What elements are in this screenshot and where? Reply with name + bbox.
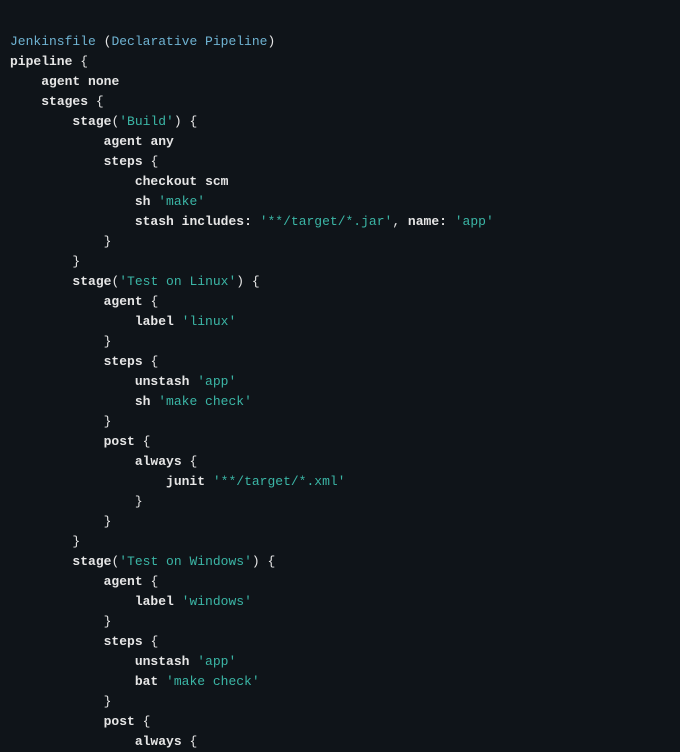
brace: { bbox=[143, 354, 159, 369]
brace: { bbox=[135, 434, 151, 449]
str-target-xml: '**/target/*.xml' bbox=[213, 474, 346, 489]
kw-agent: agent bbox=[104, 294, 143, 309]
sp bbox=[252, 214, 260, 229]
kw-scm: scm bbox=[205, 174, 228, 189]
sp bbox=[80, 74, 88, 89]
kw-stash: stash bbox=[135, 214, 174, 229]
brace: } bbox=[72, 254, 80, 269]
brace: { bbox=[143, 294, 159, 309]
kw-post: post bbox=[104, 434, 135, 449]
str-test-linux: 'Test on Linux' bbox=[119, 274, 236, 289]
kw-junit: junit bbox=[166, 474, 205, 489]
kw-pipeline: pipeline bbox=[10, 54, 72, 69]
kw-steps: steps bbox=[104, 154, 143, 169]
sp bbox=[174, 594, 182, 609]
kw-none: none bbox=[88, 74, 119, 89]
kw-any: any bbox=[150, 134, 173, 149]
kw-stage: stage bbox=[72, 554, 111, 569]
brace: } bbox=[104, 514, 112, 529]
close-paren: ) bbox=[267, 34, 275, 49]
paren: ) bbox=[236, 274, 244, 289]
str-windows: 'windows' bbox=[182, 594, 252, 609]
kw-agent: agent bbox=[104, 574, 143, 589]
str-app: 'app' bbox=[197, 654, 236, 669]
brace: { bbox=[182, 114, 198, 129]
brace: } bbox=[104, 614, 112, 629]
brace: { bbox=[182, 734, 198, 749]
code-block: Jenkinsfile (Declarative Pipeline) pipel… bbox=[10, 12, 670, 752]
kw-stage: stage bbox=[72, 274, 111, 289]
kw-post: post bbox=[104, 714, 135, 729]
sp bbox=[205, 474, 213, 489]
brace: } bbox=[104, 694, 112, 709]
brace: { bbox=[182, 454, 198, 469]
kw-stages: stages bbox=[41, 94, 88, 109]
sp bbox=[174, 314, 182, 329]
kw-agent: agent bbox=[41, 74, 80, 89]
str-linux: 'linux' bbox=[182, 314, 237, 329]
filename: Jenkinsfile bbox=[10, 34, 96, 49]
kw-always: always bbox=[135, 454, 182, 469]
brace: { bbox=[72, 54, 88, 69]
kw-label: label bbox=[135, 594, 174, 609]
brace: { bbox=[260, 554, 276, 569]
brace: } bbox=[135, 494, 143, 509]
brace: { bbox=[143, 154, 159, 169]
kw-steps: steps bbox=[104, 354, 143, 369]
kw-includes: includes: bbox=[182, 214, 252, 229]
kw-label: label bbox=[135, 314, 174, 329]
str-make-check: 'make check' bbox=[166, 674, 260, 689]
kw-steps: steps bbox=[104, 634, 143, 649]
str-app: 'app' bbox=[455, 214, 494, 229]
kw-stage: stage bbox=[72, 114, 111, 129]
str-test-windows: 'Test on Windows' bbox=[119, 554, 252, 569]
kw-unstash: unstash bbox=[135, 374, 190, 389]
sp bbox=[158, 674, 166, 689]
brace: { bbox=[88, 94, 104, 109]
brace: } bbox=[104, 234, 112, 249]
sp bbox=[197, 174, 205, 189]
kw-unstash: unstash bbox=[135, 654, 190, 669]
open-paren: ( bbox=[96, 34, 112, 49]
comma: , bbox=[392, 214, 408, 229]
brace: } bbox=[72, 534, 80, 549]
brace: } bbox=[104, 334, 112, 349]
brace: } bbox=[104, 414, 112, 429]
str-build: 'Build' bbox=[119, 114, 174, 129]
paren: ) bbox=[174, 114, 182, 129]
brace: { bbox=[143, 574, 159, 589]
header-comment: Declarative Pipeline bbox=[111, 34, 267, 49]
paren: ) bbox=[252, 554, 260, 569]
brace: { bbox=[244, 274, 260, 289]
kw-bat: bat bbox=[135, 674, 158, 689]
str-app: 'app' bbox=[197, 374, 236, 389]
kw-name: name: bbox=[408, 214, 447, 229]
brace: { bbox=[143, 634, 159, 649]
kw-sh: sh bbox=[135, 394, 151, 409]
kw-always: always bbox=[135, 734, 182, 749]
sp bbox=[174, 214, 182, 229]
kw-checkout: checkout bbox=[135, 174, 197, 189]
str-make-check: 'make check' bbox=[158, 394, 252, 409]
str-make: 'make' bbox=[158, 194, 205, 209]
kw-sh: sh bbox=[135, 194, 151, 209]
str-target-jar: '**/target/*.jar' bbox=[260, 214, 393, 229]
sp bbox=[447, 214, 455, 229]
kw-agent: agent bbox=[104, 134, 143, 149]
brace: { bbox=[135, 714, 151, 729]
